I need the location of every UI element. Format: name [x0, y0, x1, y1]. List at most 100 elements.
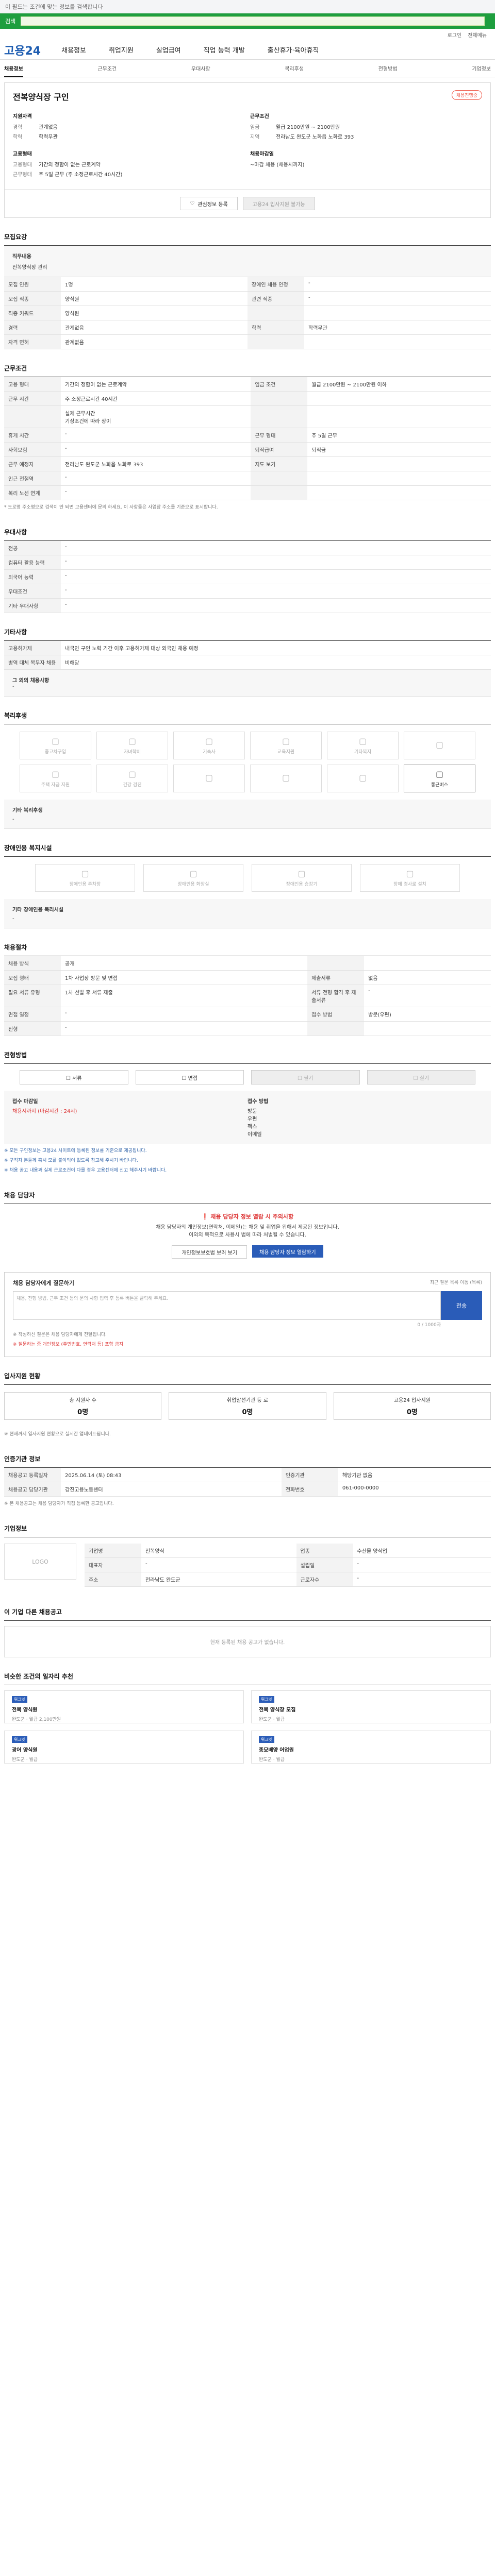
- tab-conditions[interactable]: 근무조건: [97, 64, 117, 72]
- save-label: 관심정보 등록: [197, 201, 228, 208]
- recommend-card[interactable]: 워크넷 전복 양식장 모집 완도군 · 월급: [251, 1690, 491, 1723]
- source-badge: 워크넷: [12, 1696, 28, 1703]
- sitemap-link[interactable]: 전체메뉴: [468, 31, 487, 39]
- section-title: 입사지원 현황: [4, 1371, 491, 1385]
- row-label: 근무 예정지: [4, 456, 61, 471]
- row-value: -: [364, 985, 491, 1007]
- tab-company[interactable]: 기업정보: [472, 64, 491, 72]
- row-value: 주 소정근로시간 40시간: [61, 391, 251, 406]
- view-contact-button[interactable]: 채용 담당자 정보 열람하기: [252, 1245, 323, 1258]
- tab-preferred[interactable]: 우대사항: [191, 64, 210, 72]
- recommend-title: 광어 양식원: [12, 1748, 38, 1753]
- table-row: 모집 인원 1명 장애인 채용 인정 -: [4, 277, 491, 292]
- table-row: 컴퓨터 활용 능력 -: [4, 555, 491, 570]
- table-row: 전형 -: [4, 1021, 491, 1036]
- row-value: 공개: [61, 956, 308, 971]
- tab-selection[interactable]: 전형방법: [378, 64, 398, 72]
- save-interest-button[interactable]: ♡ 관심정보 등록: [180, 197, 238, 210]
- benefit-icon: ▢: [435, 739, 444, 750]
- deadline-heading: 채용마감일: [250, 151, 274, 157]
- section-title: 모집요강: [4, 232, 491, 246]
- row-value: [307, 485, 491, 500]
- recommend-title: 종묘배양 어업원: [259, 1748, 294, 1753]
- search-bar: 검색: [0, 13, 495, 29]
- row-value: -: [353, 1557, 491, 1572]
- row-value: 관계없음: [61, 320, 248, 335]
- edu-label: 학력: [13, 134, 23, 140]
- table-row: 필요 서류 유형 1차 선발 후 서류 제출 서류 전형 합격 후 제출서류 -: [4, 985, 491, 1007]
- send-button[interactable]: 전송: [441, 1291, 482, 1320]
- benefit-item: ▢: [250, 765, 322, 792]
- benefit-label: 기숙사: [203, 750, 216, 755]
- question-list-link[interactable]: 최근 질문 목록 이동 (목록): [430, 1279, 482, 1287]
- recommend-card[interactable]: 워크넷 종묘배양 어업원 완도군 · 월급: [251, 1731, 491, 1764]
- recommend-grid: 워크넷 전복 양식원 완도군 · 월급 2,100만원 워크넷 전복 양식장 모집 완도군…: [4, 1685, 491, 1764]
- row-value: 월급 2100만원 ~ 2100만원 이하: [307, 377, 491, 392]
- benefit-icon: ▢: [189, 869, 197, 878]
- benefit-item: ▢ 통근버스: [404, 765, 475, 792]
- row-value: -: [61, 555, 491, 570]
- table-row: 자격 면허 관계없음: [4, 334, 491, 349]
- row-label: [248, 306, 304, 320]
- table-row: 전공 -: [4, 541, 491, 555]
- row-label: 면접 일정: [4, 1007, 61, 1022]
- search-input[interactable]: [21, 16, 485, 26]
- recommend-meta: 완도군 · 월급: [12, 1757, 38, 1762]
- row-value: -: [141, 1557, 296, 1572]
- row-value: -: [304, 291, 491, 306]
- table-row: 면접 일정 - 접수 방법 방문(우편): [4, 1007, 491, 1022]
- stat-card: 총 지원자 수 0명: [4, 1392, 162, 1420]
- gnb-item[interactable]: 채용정보: [61, 45, 86, 55]
- row-label: [4, 405, 61, 428]
- warning-text: 채용 담당자의 개인정보(연락처, 이메일)는 채용 및 취업을 위해서 제공된…: [156, 1225, 339, 1238]
- row-label: 학력: [248, 320, 304, 335]
- privacy-law-button[interactable]: 개인정보보호법 보러 보기: [172, 1245, 247, 1259]
- selection-choice: ☐ 면접: [135, 1070, 244, 1084]
- row-label: 주소: [85, 1572, 141, 1587]
- note-text: ※ 작성하신 질문은 채용 담당자에게 전달됩니다.: [13, 1332, 107, 1337]
- row-value: [304, 306, 491, 320]
- row-value: 비해당: [61, 655, 491, 670]
- row-label: 필요 서류 유형: [4, 985, 61, 1007]
- benefit-item: ▢ 기숙사: [173, 732, 245, 759]
- type-value: 기간의 정함이 없는 근로계약: [39, 162, 101, 168]
- gnb-item[interactable]: 직업 능력 개발: [204, 45, 245, 55]
- tab-recruit[interactable]: 채용정보: [4, 59, 23, 77]
- gnb-item[interactable]: 실업급여: [156, 45, 181, 55]
- recommend-card[interactable]: 워크넷 광어 양식원 완도군 · 월급: [4, 1731, 244, 1764]
- question-textarea[interactable]: 채용, 전형 방법, 근무 조건 등의 문의 사항 입력 후 등록 버튼을 클릭…: [13, 1291, 441, 1320]
- benefit-label: 건강 검진: [123, 783, 142, 788]
- tab-welfare[interactable]: 복리후생: [285, 64, 304, 72]
- site-logo[interactable]: 고용24: [4, 42, 41, 58]
- login-link[interactable]: 로그인: [448, 31, 462, 39]
- pay-value: 월급 2100만원 ~ 2100만원: [276, 125, 340, 130]
- preferred-table: 전공 - 컴퓨터 활용 능력 - 외국어 능력 - 우대조건 - 기타 우대사항 -: [4, 541, 491, 613]
- note-text: ※ 모든 구인정보는 고용24 사이트에 등록된 정보를 기준으로 제공됩니다.: [4, 1148, 147, 1154]
- section-disability: 장애인용 복지시설 ▢ 장애인용 주차장 ▢ 장애인용 화장실 ▢ 장애인용 승강기 ▢ 장애…: [4, 843, 491, 928]
- applicant-stats: 총 지원자 수 0명 취업알선기관 등 로 0명 고용24 입사지원 0명: [4, 1385, 491, 1427]
- apply-button[interactable]: 고용24 입사지원 불가능: [242, 197, 315, 210]
- row-label: 기업명: [85, 1544, 141, 1558]
- recommend-card[interactable]: 워크넷 전복 양식원 완도군 · 월급 2,100만원: [4, 1690, 244, 1723]
- row-label: 업종: [296, 1544, 353, 1558]
- row-value: 1명: [61, 277, 248, 292]
- etc-table: 고용허가제 내국인 구인 노력 기간 이후 고용허가제 대상 외국인 채용 예정 병…: [4, 641, 491, 670]
- benefit-item: ▢ 장애 경사로 설치: [360, 864, 460, 892]
- stat-card: 고용24 입사지원 0명: [333, 1392, 491, 1420]
- section-title: 근무조건: [4, 364, 491, 377]
- benefit-icon: ▢: [435, 769, 444, 779]
- gnb-item[interactable]: 출산휴가·육아휴직: [268, 45, 319, 55]
- row-label: 접수 방법: [307, 1007, 365, 1022]
- row-value: 기간의 정함이 없는 근로계약: [61, 377, 251, 392]
- benefit-label: 자녀학비: [123, 750, 141, 755]
- section-title: 장애인용 복지시설: [4, 843, 491, 857]
- row-value: [307, 471, 491, 486]
- selection-choices: ☐ 서류 ☐ 면접 ☐ 필기 ☐ 실기: [4, 1064, 491, 1091]
- row-label: 전공: [4, 541, 61, 555]
- section-title: 비슷한 조건의 일자리 추천: [4, 1672, 491, 1685]
- row-label: 기타 우대사항: [4, 598, 61, 613]
- qual-heading: 지원자격: [13, 114, 32, 120]
- row-label: 모집 직종: [4, 291, 61, 306]
- row-label: 관련 직종: [248, 291, 304, 306]
- gnb-item[interactable]: 취업지원: [109, 45, 134, 55]
